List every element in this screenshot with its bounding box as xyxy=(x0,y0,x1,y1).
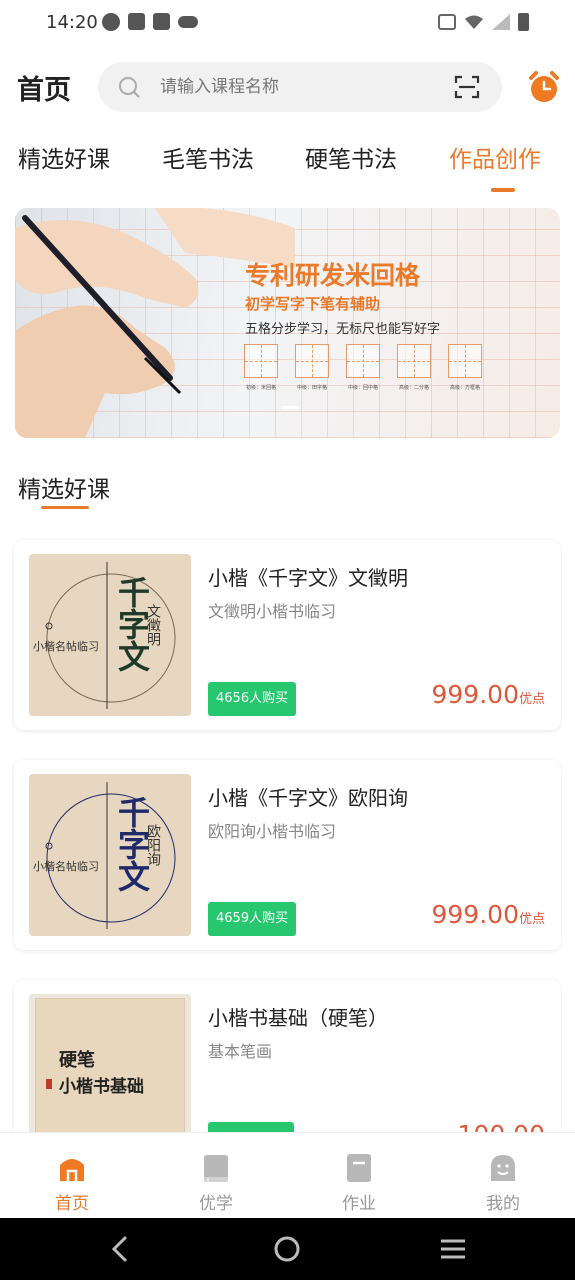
grid-label: 中级：回中格 xyxy=(347,385,378,391)
grid-labels: 初级：米回格 中级：田字格 中级：回中格 高级：二分格 高级：方框格 xyxy=(244,384,482,391)
price-unit: 优点 xyxy=(518,912,545,927)
price: 999.00优点 xyxy=(432,680,546,709)
grid-label: 高级：二分格 xyxy=(398,385,429,391)
cover-side-text: 文徵明 xyxy=(145,604,161,646)
course-subtitle: 欧阳询小楷书临习 xyxy=(208,822,337,841)
nav-homework[interactable]: 作业 xyxy=(314,1133,404,1219)
shopping-bag-icon xyxy=(153,13,170,30)
cover-label: 小楷名帖临习 xyxy=(33,860,99,873)
tab-featured-courses[interactable]: 精选好课 xyxy=(18,140,110,174)
tab-works-creation[interactable]: 作品创作 xyxy=(449,140,541,174)
notification-icons xyxy=(102,13,198,31)
nav-profile[interactable]: 我的 xyxy=(458,1133,548,1219)
course-subtitle: 基本笔画 xyxy=(208,1042,273,1061)
cover-paper xyxy=(35,998,185,1132)
app-notification-icon xyxy=(102,13,120,31)
banner-description: 五格分步学习，无标尺也能写好字 xyxy=(245,322,441,337)
course-cover: 千字文 文徵明 小楷名帖临习 xyxy=(29,554,191,716)
home-button-icon[interactable] xyxy=(272,1234,302,1264)
cover-side-text: 欧阳询 xyxy=(145,824,161,866)
course-card[interactable]: 千字文 欧阳询 小楷名帖临习 小楷《千字文》欧阳询 欧阳询小楷书临习 4659人… xyxy=(14,760,561,950)
square-grid-sample xyxy=(448,344,482,378)
tab-brush-calligraphy[interactable]: 毛笔书法 xyxy=(162,140,254,174)
course-cover: 硬笔 小楷书基础 xyxy=(29,994,191,1132)
status-bar: 14:20 xyxy=(0,0,575,48)
grid-label: 高级：方框格 xyxy=(449,385,480,391)
status-time: 14:20 xyxy=(46,12,98,33)
hui-zhong-grid-sample xyxy=(346,344,380,378)
course-subtitle: 文徵明小楷书临习 xyxy=(208,602,337,621)
mi-hui-grid-sample xyxy=(244,344,278,378)
bottom-nav: 首页 优学 作业 我的 xyxy=(0,1132,575,1218)
banner-title: 专利研发米回格 xyxy=(245,261,421,290)
course-title: 小楷《千字文》文徵明 xyxy=(208,566,408,590)
category-tabs: 精选好课 毛笔书法 硬笔书法 作品创作 xyxy=(0,140,575,200)
recent-apps-icon[interactable] xyxy=(438,1234,468,1264)
price-value: 999.00 xyxy=(431,900,519,929)
promo-banner[interactable]: 专利研发米回格 初学写字下笔有辅助 五格分步学习，无标尺也能写好字 初级：米回格… xyxy=(15,208,560,438)
course-cover: 千字文 欧阳询 小楷名帖临习 xyxy=(29,774,191,936)
buyers-badge: 4659人购买 xyxy=(208,902,297,936)
buyers-badge: 4656人购买 xyxy=(208,682,297,716)
nav-label: 我的 xyxy=(486,1194,520,1214)
price-value: 100.00 xyxy=(458,1120,545,1132)
grid-label: 初级：米回格 xyxy=(245,385,276,391)
search-bar[interactable] xyxy=(98,62,502,112)
banner-page-indicator xyxy=(281,406,299,409)
book-icon xyxy=(204,1155,228,1182)
battery-icon xyxy=(518,13,529,31)
price-value: 999.00 xyxy=(431,680,519,709)
tian-grid-sample xyxy=(295,344,329,378)
two-part-grid-sample xyxy=(397,344,431,378)
home-icon xyxy=(60,1159,84,1181)
profile-icon xyxy=(491,1155,515,1181)
course-card[interactable]: 硬笔 小楷书基础 小楷书基础（硬笔） 基本笔画 100.00 xyxy=(14,980,561,1132)
vibrate-icon xyxy=(438,14,456,30)
search-input[interactable] xyxy=(160,62,430,112)
nav-home[interactable]: 首页 xyxy=(27,1133,117,1219)
alarm-clock-icon[interactable] xyxy=(527,70,561,104)
active-tab-indicator xyxy=(491,188,515,192)
system-nav-bar xyxy=(0,1218,575,1280)
course-title: 小楷《千字文》欧阳询 xyxy=(208,786,408,810)
section-title: 精选好课 xyxy=(18,477,110,503)
nav-label: 首页 xyxy=(55,1194,89,1214)
buyers-badge xyxy=(208,1122,294,1132)
cover-line2: 小楷书基础 xyxy=(59,1077,144,1097)
homework-icon xyxy=(347,1154,371,1182)
nav-study[interactable]: 优学 xyxy=(171,1133,261,1219)
course-card[interactable]: 千字文 文徵明 小楷名帖临习 小楷《千字文》文徵明 文徵明小楷书临习 4656人… xyxy=(14,540,561,730)
course-list: 千字文 文徵明 小楷名帖临习 小楷《千字文》文徵明 文徵明小楷书临习 4656人… xyxy=(12,538,562,1132)
grid-samples xyxy=(244,344,482,378)
search-icon xyxy=(119,77,140,98)
system-status-icons xyxy=(438,13,529,31)
seal-icon xyxy=(46,1079,52,1089)
course-title: 小楷书基础（硬笔） xyxy=(208,1006,388,1030)
scan-icon[interactable] xyxy=(454,75,480,99)
cloud-icon xyxy=(178,16,198,28)
section-underline xyxy=(41,506,89,509)
cover-line1: 硬笔 xyxy=(59,1050,95,1071)
nav-label: 作业 xyxy=(342,1194,376,1214)
wifi-icon xyxy=(465,15,483,29)
grid-label: 中级：田字格 xyxy=(296,385,327,391)
cover-label: 小楷名帖临习 xyxy=(33,640,99,653)
shopping-bag-icon xyxy=(128,13,145,30)
banner-subtitle: 初学写字下笔有辅助 xyxy=(245,295,381,313)
page-title: 首页 xyxy=(17,75,71,106)
price: 999.00优点 xyxy=(432,900,546,929)
back-icon[interactable] xyxy=(106,1234,136,1264)
signal-icon xyxy=(492,14,510,30)
nav-label: 优学 xyxy=(199,1194,233,1214)
header: 首页 xyxy=(0,60,575,114)
price-unit: 优点 xyxy=(518,692,545,707)
price: 100.00 xyxy=(458,1120,545,1132)
tab-pen-calligraphy[interactable]: 硬笔书法 xyxy=(305,140,397,174)
